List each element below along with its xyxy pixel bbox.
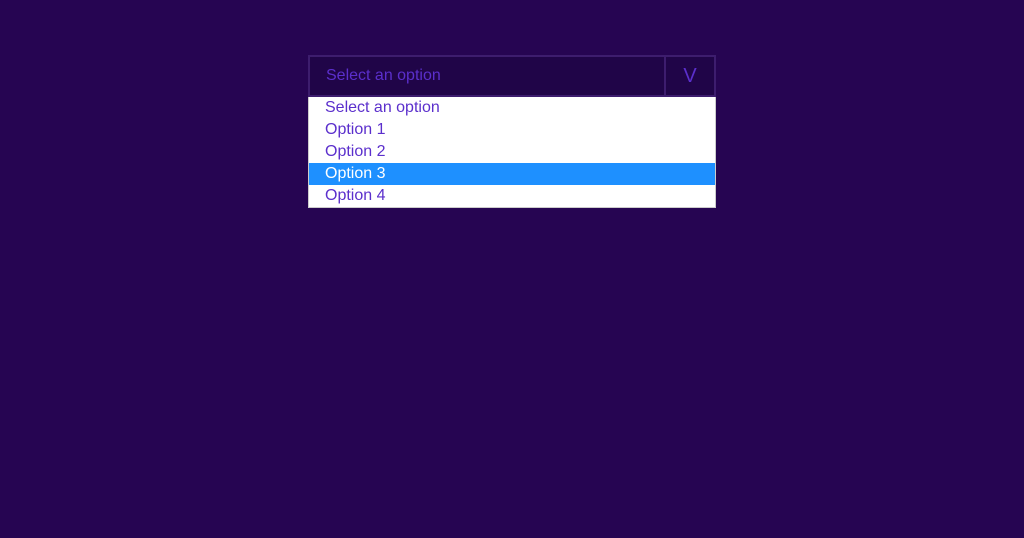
dropdown[interactable]: Select an option V Select an option Opti… <box>308 55 716 208</box>
dropdown-option-2[interactable]: Option 2 <box>309 141 715 163</box>
chevron-down-icon[interactable]: V <box>664 57 714 95</box>
dropdown-list: Select an option Option 1 Option 2 Optio… <box>308 97 716 208</box>
dropdown-selected-label: Select an option <box>310 57 664 95</box>
dropdown-option-3[interactable]: Option 3 <box>309 163 715 185</box>
dropdown-header[interactable]: Select an option V <box>308 55 716 97</box>
dropdown-option-placeholder[interactable]: Select an option <box>309 97 715 119</box>
dropdown-option-4[interactable]: Option 4 <box>309 185 715 207</box>
dropdown-option-1[interactable]: Option 1 <box>309 119 715 141</box>
